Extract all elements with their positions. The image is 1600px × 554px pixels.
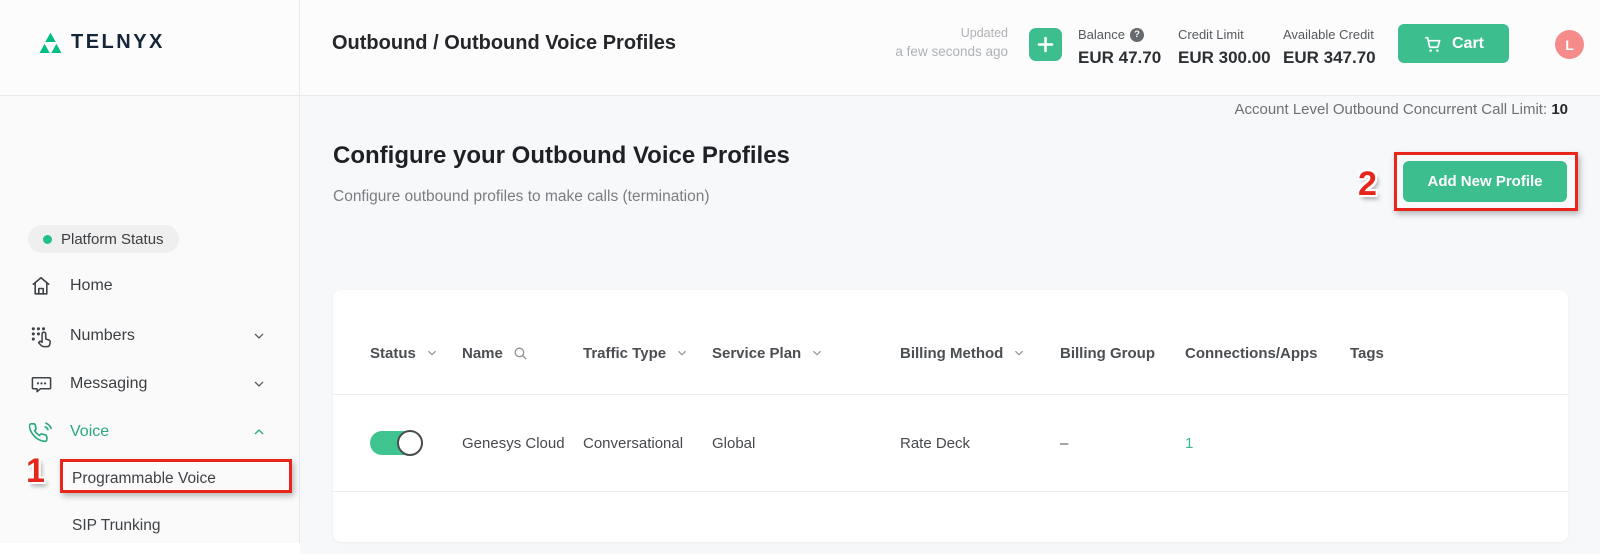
traffic-type-header-label: Traffic Type xyxy=(583,345,666,362)
column-status[interactable]: Status xyxy=(370,345,462,362)
balance-updated-status: Updated a few seconds ago xyxy=(895,26,1008,59)
platform-status-pill[interactable]: Platform Status xyxy=(28,225,179,253)
service-plan-header-label: Service Plan xyxy=(712,345,801,362)
column-tags: Tags xyxy=(1350,345,1430,362)
filter-chevron-icon[interactable] xyxy=(675,346,689,360)
sidebar-item-programmable-voice[interactable]: Programmable Voice xyxy=(72,470,216,488)
tags-header-label: Tags xyxy=(1350,345,1384,362)
row-actions xyxy=(1430,432,1575,454)
balance-label: Balance xyxy=(1078,27,1125,42)
sidebar-item-messaging[interactable]: Messaging xyxy=(0,367,299,401)
plus-icon xyxy=(1037,36,1054,53)
status-dot-icon xyxy=(43,235,52,244)
dialpad-hand-icon xyxy=(28,324,54,349)
toggle-knob xyxy=(397,430,423,456)
table-row: Genesys Cloud Conversational Global Rate… xyxy=(333,395,1568,492)
sidebar-item-sip-trunking[interactable]: SIP Trunking xyxy=(72,517,160,535)
billing-method-header-label: Billing Method xyxy=(900,345,1003,362)
table-header-row: Status Name Traffic Type Service Plan xyxy=(333,290,1568,395)
column-billing-method[interactable]: Billing Method xyxy=(900,345,1060,362)
balance-help-icon[interactable]: ? xyxy=(1130,28,1144,42)
balance-value: EUR 47.70 xyxy=(1078,48,1161,68)
sidebar-item-voice[interactable]: Voice xyxy=(0,415,299,449)
billing-group-header-label: Billing Group xyxy=(1060,345,1155,362)
balance-stat: Balance ? EUR 47.70 xyxy=(1078,27,1161,68)
chat-bubble-icon xyxy=(28,373,54,396)
edit-button[interactable] xyxy=(1430,432,1452,454)
available-credit-stat: Available Credit EUR 347.70 xyxy=(1283,27,1376,68)
filter-chevron-icon[interactable] xyxy=(810,346,824,360)
add-funds-button[interactable] xyxy=(1029,28,1062,61)
column-name[interactable]: Name xyxy=(462,345,583,362)
service-plan-cell: Global xyxy=(712,435,900,452)
add-profile-label: Add New Profile xyxy=(1427,173,1542,190)
avatar-initial: L xyxy=(1565,37,1574,53)
billing-group-cell: – xyxy=(1060,435,1185,452)
connections-apps-cell[interactable]: 1 xyxy=(1185,435,1350,452)
column-traffic-type[interactable]: Traffic Type xyxy=(583,345,712,362)
cart-button[interactable]: Cart xyxy=(1398,24,1509,63)
connections-apps-header-label: Connections/Apps xyxy=(1185,345,1318,362)
telnyx-portal: TELNYX Outbound / Outbound Voice Profile… xyxy=(0,0,1600,554)
breadcrumb: Outbound / Outbound Voice Profiles xyxy=(332,32,676,55)
sidebar-divider xyxy=(299,0,300,543)
telnyx-triangle-icon xyxy=(36,32,65,54)
call-limit-label: Account Level Outbound Concurrent Call L… xyxy=(1234,101,1551,118)
updated-label: Updated xyxy=(895,26,1008,40)
column-service-plan[interactable]: Service Plan xyxy=(712,345,900,362)
status-header-label: Status xyxy=(370,345,416,362)
available-credit-value: EUR 347.70 xyxy=(1283,48,1376,68)
credit-limit-label: Credit Limit xyxy=(1178,27,1244,42)
phone-voice-icon xyxy=(28,420,54,445)
telnyx-logo[interactable]: TELNYX xyxy=(36,31,165,54)
profiles-table-card: Status Name Traffic Type Service Plan xyxy=(333,290,1568,542)
cart-label: Cart xyxy=(1452,35,1484,53)
column-billing-group: Billing Group xyxy=(1060,345,1185,362)
call-limit-value: 10 xyxy=(1551,101,1568,118)
sidebar-numbers-label: Numbers xyxy=(70,327,135,345)
column-connections-apps: Connections/Apps xyxy=(1185,345,1350,362)
cart-icon xyxy=(1423,34,1443,54)
sidebar-voice-label: Voice xyxy=(70,423,109,441)
chevron-down-icon xyxy=(251,376,267,392)
sidebar-item-home[interactable]: Home xyxy=(0,269,299,303)
brand-name: TELNYX xyxy=(71,31,165,54)
annotation-number-step1: 1 xyxy=(26,452,45,491)
name-cell[interactable]: Genesys Cloud xyxy=(462,435,583,452)
billing-method-cell: Rate Deck xyxy=(900,435,1060,452)
page-title: Configure your Outbound Voice Profiles xyxy=(333,142,790,170)
traffic-type-cell: Conversational xyxy=(583,435,712,452)
updated-time: a few seconds ago xyxy=(895,44,1008,59)
sidebar-item-numbers[interactable]: Numbers xyxy=(0,319,299,353)
credit-limit-stat: Credit Limit EUR 300.00 xyxy=(1178,27,1271,68)
account-call-limit: Account Level Outbound Concurrent Call L… xyxy=(1234,101,1568,118)
annotation-number-step2: 2 xyxy=(1358,165,1377,204)
sidebar-home-label: Home xyxy=(70,277,113,295)
page-subtitle: Configure outbound profiles to make call… xyxy=(333,188,710,206)
available-credit-label: Available Credit xyxy=(1283,27,1374,42)
name-header-label: Name xyxy=(462,345,503,362)
add-new-profile-button[interactable]: Add New Profile xyxy=(1403,161,1567,202)
chevron-up-icon xyxy=(251,424,267,440)
filter-chevron-icon[interactable] xyxy=(1012,346,1026,360)
delete-button[interactable] xyxy=(1468,432,1490,454)
status-cell xyxy=(370,431,462,455)
profile-enabled-toggle[interactable] xyxy=(370,431,422,455)
sidebar-messaging-label: Messaging xyxy=(70,375,147,393)
user-avatar[interactable]: L xyxy=(1555,30,1584,59)
home-icon xyxy=(28,274,54,298)
platform-status-label: Platform Status xyxy=(61,231,164,248)
top-header: TELNYX Outbound / Outbound Voice Profile… xyxy=(0,0,1600,95)
chevron-down-icon xyxy=(251,328,267,344)
credit-limit-value: EUR 300.00 xyxy=(1178,48,1271,68)
filter-chevron-icon[interactable] xyxy=(425,346,439,360)
search-icon[interactable] xyxy=(512,345,529,362)
